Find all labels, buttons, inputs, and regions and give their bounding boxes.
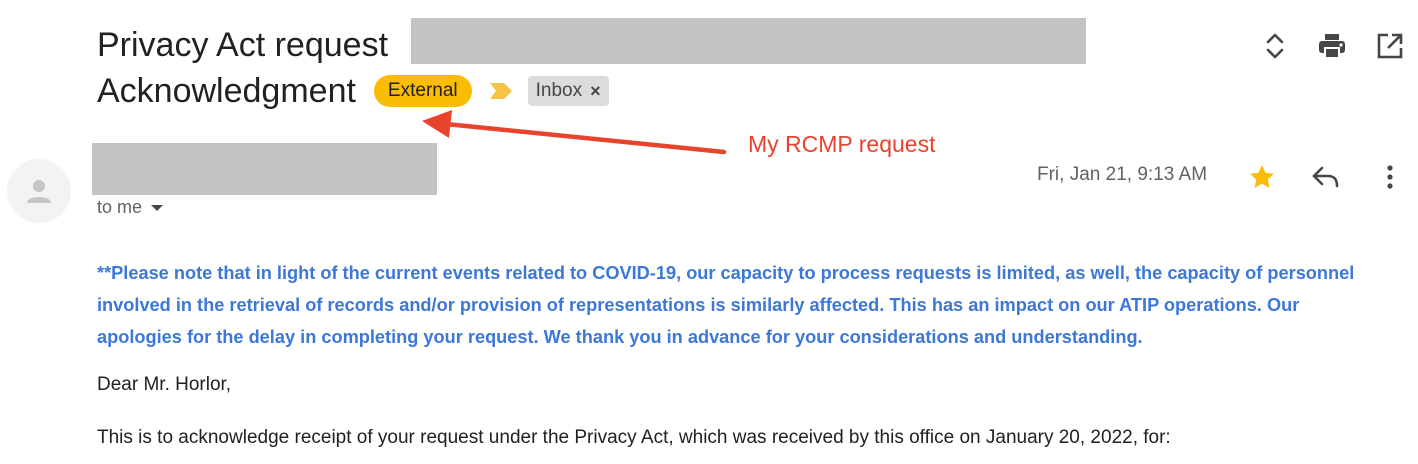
reply-icon[interactable] [1310, 161, 1342, 193]
print-icon[interactable] [1316, 30, 1348, 62]
inbox-label[interactable]: Inbox × [527, 76, 609, 106]
recipient-dropdown[interactable]: to me [97, 197, 164, 218]
annotation-text: My RCMP request [748, 131, 936, 157]
open-in-new-window-icon[interactable] [1374, 30, 1406, 62]
external-label[interactable]: External [373, 75, 472, 107]
more-options-icon[interactable] [1374, 161, 1406, 193]
inbox-label-text: Inbox [535, 80, 583, 101]
email-subject-line2: Acknowledgment [97, 72, 356, 110]
greeting: Dear Mr. Horlor, [97, 374, 232, 395]
star-icon[interactable] [1246, 161, 1278, 193]
acknowledgment-text: This is to acknowledge receipt of your r… [97, 427, 1171, 448]
email-subject-line2-row: Acknowledgment External Inbox × [97, 68, 609, 114]
redacted-sender-block [92, 143, 437, 195]
redacted-subject-block [411, 18, 1086, 64]
email-view: Privacy Act request Acknowledgment Exter… [0, 0, 1418, 464]
expand-collapse-icon[interactable] [1259, 30, 1291, 62]
chevron-down-icon [151, 204, 164, 211]
remove-label-icon[interactable]: × [590, 76, 601, 106]
recipient-text: to me [97, 197, 143, 217]
message-date: Fri, Jan 21, 9:13 AM [1037, 164, 1208, 185]
person-icon [27, 180, 51, 203]
email-subject-line1: Privacy Act request [97, 26, 389, 64]
covid-notice: **Please note that in light of the curre… [97, 263, 1355, 347]
importance-marker-icon[interactable] [488, 80, 514, 102]
sender-avatar[interactable] [7, 159, 71, 223]
